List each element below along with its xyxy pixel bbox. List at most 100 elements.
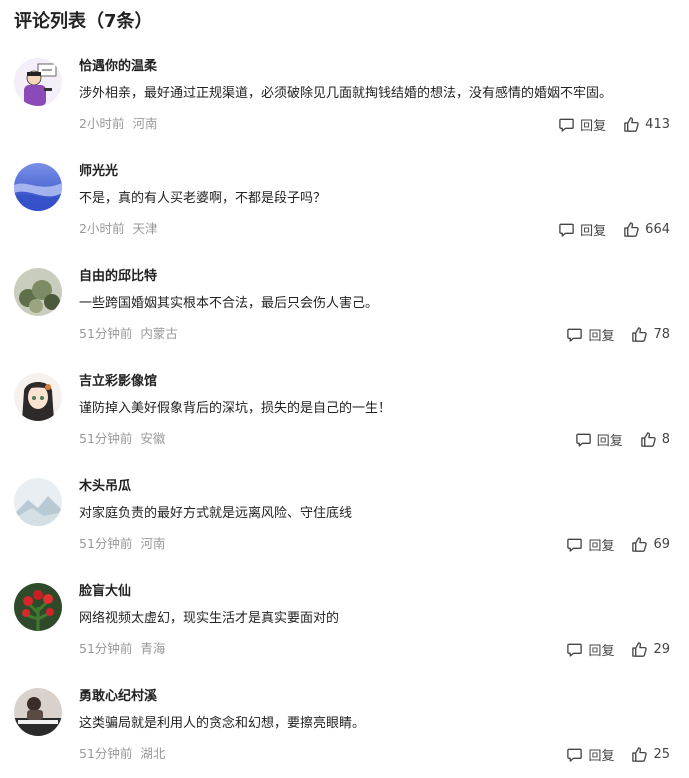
reply-label: 回复	[580, 118, 607, 134]
comment-username[interactable]: 自由的邱比特	[79, 268, 157, 286]
reply-label: 回复	[580, 223, 607, 239]
like-button[interactable]: 78	[631, 326, 670, 343]
like-button[interactable]: 413	[623, 116, 670, 133]
avatar[interactable]	[14, 583, 62, 631]
reply-icon	[559, 223, 574, 237]
avatar-blue-wave-icon	[14, 163, 62, 211]
like-button[interactable]: 664	[623, 221, 670, 238]
like-count: 8	[661, 431, 670, 447]
thumbs-up-icon	[632, 641, 648, 657]
comment-time: 51分钟前	[79, 641, 133, 656]
comment-meta: 51分钟前 河南	[79, 535, 165, 553]
comment-item: 恰遇你的温柔 涉外相亲，最好通过正规渠道，必须破除见几面就掏钱结婚的想法，没有感…	[0, 58, 689, 163]
comment-actions: 回复 664	[558, 219, 670, 239]
like-count: 664	[645, 221, 670, 237]
comment-location: 内蒙古	[140, 326, 178, 341]
comment-time: 51分钟前	[79, 326, 133, 341]
avatar[interactable]	[14, 268, 62, 316]
comment-username[interactable]: 木头吊瓜	[79, 478, 131, 496]
comment-meta: 2小时前 河南	[79, 115, 157, 133]
comment-location: 天津	[132, 221, 158, 236]
comment-meta: 51分钟前 安徽	[79, 430, 165, 448]
like-count: 413	[645, 116, 670, 132]
comment-actions: 回复 29	[566, 639, 670, 659]
thumbs-up-icon	[640, 431, 656, 447]
like-count: 29	[653, 641, 670, 657]
avatar-landscape-icon	[14, 478, 62, 526]
comment-content: 这类骗局就是利用人的贪念和幻想，要擦亮眼睛。	[79, 716, 366, 731]
reply-label: 回复	[588, 328, 615, 344]
comment-time: 51分钟前	[79, 536, 133, 551]
like-button[interactable]: 25	[631, 746, 670, 763]
reply-button[interactable]: 回复	[566, 325, 614, 344]
avatar-anime-girl-icon	[14, 373, 62, 421]
comment-item: 木头吊瓜 对家庭负责的最好方式就是远离风险、守住底线 51分钟前 河南 回复 69	[0, 478, 689, 583]
avatar[interactable]	[14, 373, 62, 421]
comment-username[interactable]: 恰遇你的温柔	[79, 58, 157, 76]
comment-meta: 51分钟前 青海	[79, 640, 165, 658]
reply-label: 回复	[588, 538, 615, 554]
reply-icon	[567, 643, 583, 657]
reply-label: 回复	[588, 748, 615, 764]
thumbs-up-icon	[624, 116, 639, 132]
comment-item: 脸盲大仙 网络视频太虚幻，现实生活才是真实要面对的 51分钟前 青海 回复 29	[0, 583, 689, 688]
like-button[interactable]: 8	[640, 431, 670, 448]
comment-time: 2小时前	[79, 221, 125, 236]
comment-content: 涉外相亲，最好通过正规渠道，必须破除见几面就掏钱结婚的想法，没有感情的婚姻不牢固…	[79, 86, 613, 101]
thumbs-up-icon	[632, 326, 648, 342]
page-title: 评论列表（7条）	[14, 11, 153, 32]
comment-location: 湖北	[140, 746, 166, 761]
comment-actions: 回复 69	[566, 534, 670, 554]
comment-actions: 回复 25	[566, 744, 670, 764]
like-button[interactable]: 69	[631, 536, 670, 553]
reply-button[interactable]: 回复	[558, 115, 606, 134]
thumbs-up-icon	[632, 536, 648, 552]
comment-meta: 51分钟前 湖北	[79, 745, 165, 763]
reply-label: 回复	[588, 643, 615, 659]
reply-button[interactable]: 回复	[575, 430, 623, 449]
avatar-plant-photo-icon	[14, 268, 62, 316]
comment-location: 河南	[132, 116, 158, 131]
comment-item: 吉立彩影像馆 谨防掉入美好假象背后的深坑，损失的是自己的一生！ 51分钟前 安徽 …	[0, 373, 689, 478]
comment-item: 自由的邱比特 一些跨国婚姻其实根本不合法，最后只会伤人害己。 51分钟前 内蒙古 …	[0, 268, 689, 373]
comment-actions: 回复 78	[566, 324, 670, 344]
reply-button[interactable]: 回复	[566, 640, 614, 659]
reply-icon	[567, 538, 583, 552]
avatar-flower-icon	[14, 583, 62, 631]
reply-icon	[575, 433, 591, 447]
like-button[interactable]: 29	[631, 641, 670, 658]
comment-time: 51分钟前	[79, 746, 133, 761]
comment-item: 勇敢心纪村溪 这类骗局就是利用人的贪念和幻想，要擦亮眼睛。 51分钟前 湖北 回复…	[0, 688, 689, 778]
comment-meta: 51分钟前 内蒙古	[79, 325, 178, 343]
avatar[interactable]	[14, 688, 62, 736]
reply-button[interactable]: 回复	[566, 745, 614, 764]
reply-icon	[567, 748, 583, 762]
comment-time: 51分钟前	[79, 431, 133, 446]
avatar[interactable]	[14, 58, 62, 106]
comment-username[interactable]: 脸盲大仙	[79, 583, 131, 601]
comment-content: 谨防掉入美好假象背后的深坑，损失的是自己的一生！	[79, 401, 392, 416]
avatar[interactable]	[14, 478, 62, 526]
avatar-piano-photo-icon	[14, 688, 62, 736]
like-count: 69	[653, 536, 670, 552]
thumbs-up-icon	[632, 746, 648, 762]
reply-button[interactable]: 回复	[558, 220, 606, 239]
comment-username[interactable]: 师光光	[79, 163, 118, 181]
comment-username[interactable]: 勇敢心纪村溪	[79, 688, 157, 706]
like-count: 25	[653, 746, 670, 762]
comment-location: 青海	[140, 641, 166, 656]
comment-actions: 回复 413	[558, 114, 670, 134]
comment-content: 对家庭负责的最好方式就是远离风险、守住底线	[79, 506, 353, 521]
comment-time: 2小时前	[79, 116, 125, 131]
comment-content: 不是，真的有人买老婆啊，不都是段子吗？	[79, 191, 327, 206]
comment-location: 河南	[140, 536, 166, 551]
reply-icon	[567, 328, 583, 342]
like-count: 78	[653, 326, 670, 342]
avatar[interactable]	[14, 163, 62, 211]
comment-content: 一些跨国婚姻其实根本不合法，最后只会伤人害己。	[79, 296, 379, 311]
avatar-cartoon-icon	[14, 58, 62, 106]
comment-username[interactable]: 吉立彩影像馆	[79, 373, 157, 391]
reply-button[interactable]: 回复	[566, 535, 614, 554]
comment-location: 安徽	[140, 431, 166, 446]
comment-content: 网络视频太虚幻，现实生活才是真实要面对的	[79, 611, 340, 626]
